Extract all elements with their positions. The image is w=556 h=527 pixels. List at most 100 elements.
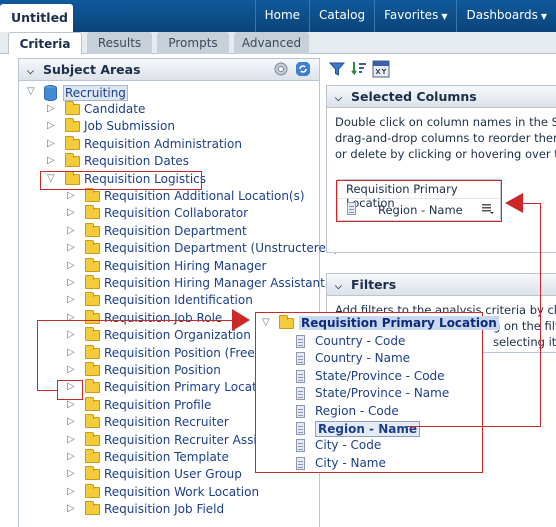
column-icon <box>296 422 305 435</box>
nav-favorites[interactable]: Favorites ▼ <box>374 0 456 32</box>
tree-item-label: Requisition Collaborator <box>104 206 249 221</box>
global-header: Untitled Home Catalog Favorites ▼ Dashboa… <box>0 0 556 32</box>
tree-item-label: Requisition User Group <box>104 467 242 482</box>
tree-item-label: Requisition Job Field <box>104 502 225 517</box>
collapsed-triangle-icon[interactable]: ▷ <box>67 260 75 271</box>
tree-item-label: Requisition Position (Free Te <box>104 345 272 360</box>
filters-header[interactable]: ⌵ Filters <box>327 274 556 296</box>
callout-column-label: City - Name <box>315 455 386 470</box>
tree-item-label: Requisition Administration <box>84 136 242 151</box>
caret-down-icon: ▼ <box>540 12 547 21</box>
subject-areas-title: Subject Areas <box>43 62 141 77</box>
folder-icon <box>85 431 100 446</box>
connector-line <box>37 320 38 391</box>
collapsed-triangle-icon[interactable]: ▷ <box>67 277 75 288</box>
collapsed-triangle-icon[interactable]: ▷ <box>67 225 75 236</box>
expanded-triangle-icon[interactable]: ▽ <box>27 86 35 97</box>
collapsed-triangle-icon[interactable]: ▷ <box>67 294 75 305</box>
selected-columns-panel: ⌵ Selected Columns Double click on column… <box>326 85 556 253</box>
connector-line <box>522 203 540 204</box>
collapsed-triangle-icon[interactable]: ▷ <box>67 329 75 340</box>
collapsed-triangle-icon[interactable]: ▷ <box>67 468 75 479</box>
collapsed-triangle-icon[interactable]: ▷ <box>47 155 55 166</box>
folder-icon <box>85 379 100 394</box>
tab-criteria[interactable]: Criteria <box>8 32 82 54</box>
tree-item-label: Requisition Recruiter <box>104 415 229 430</box>
arrow-right-icon <box>232 309 250 331</box>
database-icon <box>44 85 57 101</box>
collapsed-triangle-icon[interactable]: ▷ <box>67 416 75 427</box>
collapsed-triangle-icon[interactable]: ▷ <box>67 347 75 358</box>
nav-home-label: Home <box>264 8 301 22</box>
column-icon <box>296 352 305 366</box>
tab-advanced[interactable]: Advanced <box>234 32 309 54</box>
connector-line <box>407 426 540 427</box>
collapsed-triangle-icon[interactable]: ▷ <box>67 486 75 497</box>
folder-icon <box>85 309 100 324</box>
highlight-requisition-logistics <box>40 171 202 190</box>
folder-icon <box>85 292 100 307</box>
subject-areas-header[interactable]: ⌵ Subject Areas <box>19 59 319 81</box>
folder-icon <box>85 501 100 516</box>
nav-dashboards[interactable]: Dashboards ▼ <box>456 0 556 32</box>
collapsed-triangle-icon[interactable]: ▷ <box>67 207 75 218</box>
collapsed-triangle-icon[interactable]: ▷ <box>67 434 75 445</box>
folder-icon <box>279 315 294 329</box>
collapsed-triangle-icon[interactable]: ▷ <box>47 138 55 149</box>
filter-icon[interactable] <box>328 60 346 78</box>
folder-icon <box>65 153 80 168</box>
collapsed-triangle-icon[interactable]: ▷ <box>67 364 75 375</box>
expanded-triangle-icon[interactable]: ▽ <box>262 317 270 328</box>
nav-catalog[interactable]: Catalog <box>309 0 374 32</box>
folder-icon <box>85 362 100 376</box>
highlight-selected-column <box>336 180 502 222</box>
collapsed-triangle-icon[interactable]: ▷ <box>67 312 75 323</box>
tree-item-label: Requisition Hiring Manager <box>104 258 267 273</box>
column-icon <box>296 404 305 418</box>
column-icon <box>296 456 305 470</box>
selected-columns-instructions: Double click on column names in the Su d… <box>327 108 556 162</box>
collapse-icon[interactable]: ⌵ <box>335 282 347 292</box>
collapsed-triangle-icon[interactable]: ▷ <box>67 451 75 462</box>
collapsed-triangle-icon[interactable]: ▷ <box>47 120 55 131</box>
callout-column-label: Country - Code <box>315 334 406 348</box>
callout-column-label: Country - Name <box>315 351 411 366</box>
tree-item-label: Requisition Additional Location(s) <box>104 189 305 203</box>
column-icon <box>296 387 305 401</box>
tab-results[interactable]: Results <box>87 32 152 54</box>
top-navigation: Home Catalog Favorites ▼ Dashboards ▼ <box>254 0 556 32</box>
document-tab-untitled[interactable]: Untitled <box>0 4 73 32</box>
collapse-icon[interactable]: ⌵ <box>27 67 39 77</box>
folder-icon <box>65 118 80 133</box>
folder-icon <box>85 466 100 481</box>
sort-icon[interactable] <box>350 60 368 78</box>
folder-icon <box>85 275 100 289</box>
tree-item-label: Requisition Organization <box>104 328 251 343</box>
column-formula-icon[interactable] <box>372 60 390 78</box>
tree-item-label: Requisition Template <box>104 450 229 464</box>
nav-home[interactable]: Home <box>254 0 309 32</box>
collapsed-triangle-icon[interactable]: ▷ <box>67 242 75 253</box>
editor-tabs: Criteria Results Prompts Advanced <box>0 32 556 54</box>
instruction-line: drag-and-drop columns to reorder them <box>335 131 556 145</box>
collapse-icon[interactable]: ⌵ <box>335 94 347 104</box>
nav-dashboards-label: Dashboards <box>466 8 538 22</box>
selected-columns-header[interactable]: ⌵ Selected Columns <box>327 86 556 108</box>
connector-line <box>37 320 233 321</box>
collapsed-triangle-icon[interactable]: ▷ <box>67 399 75 410</box>
collapsed-triangle-icon[interactable]: ▷ <box>67 190 75 201</box>
tree-item-label: Requisition Position <box>104 363 221 377</box>
tab-prompts[interactable]: Prompts <box>157 32 229 54</box>
tree-item-label: Requisition Department <box>104 223 247 238</box>
folder-icon <box>85 240 100 255</box>
callout-column-label: State/Province - Name <box>315 386 450 401</box>
nav-favorites-label: Favorites <box>384 8 439 22</box>
folder-icon <box>85 396 100 411</box>
nav-catalog-label: Catalog <box>319 8 366 22</box>
collapsed-triangle-icon[interactable]: ▷ <box>67 503 75 514</box>
collapsed-triangle-icon[interactable]: ▷ <box>47 103 55 114</box>
gear-icon[interactable] <box>273 61 289 77</box>
refresh-icon[interactable] <box>295 61 311 77</box>
column-icon <box>296 439 305 453</box>
callout-folder-label: Requisition Primary Location <box>299 316 499 330</box>
